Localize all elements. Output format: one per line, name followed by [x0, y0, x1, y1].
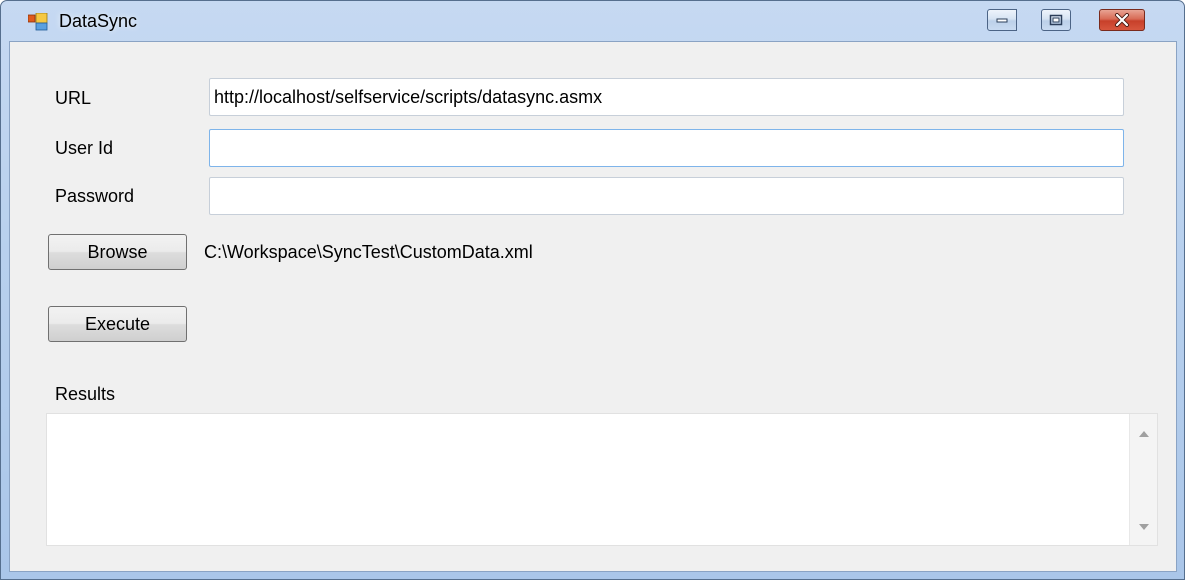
password-label: Password — [55, 186, 135, 206]
results-textbox[interactable] — [46, 413, 1158, 546]
app-window-icon — [28, 13, 48, 31]
results-label: Results — [55, 384, 116, 404]
userid-label: User Id — [55, 138, 114, 158]
form-client-area: URL User Id Password Browse C:\Workspace… — [9, 41, 1177, 572]
window-title: DataSync — [59, 11, 138, 31]
maximize-icon — [1049, 14, 1063, 26]
close-icon — [1115, 13, 1129, 27]
url-label: URL — [55, 88, 92, 108]
maximize-button[interactable] — [1041, 9, 1071, 31]
title-bar[interactable]: DataSync — [1, 1, 1184, 41]
password-input[interactable] — [209, 177, 1124, 215]
datasync-window: DataSync URL User Id Password Browse — [0, 0, 1185, 580]
url-input[interactable] — [209, 78, 1124, 116]
chevron-up-icon — [1139, 431, 1149, 437]
scroll-up-button[interactable] — [1130, 420, 1158, 448]
scroll-down-button[interactable] — [1130, 513, 1158, 541]
execute-button[interactable]: Execute — [48, 306, 187, 342]
results-scrollbar[interactable] — [1129, 414, 1157, 545]
minimize-icon — [996, 18, 1008, 23]
userid-input[interactable] — [209, 129, 1124, 167]
browse-button[interactable]: Browse — [48, 234, 187, 270]
minimize-button[interactable] — [987, 9, 1017, 31]
chevron-down-icon — [1139, 524, 1149, 530]
close-button[interactable] — [1099, 9, 1145, 31]
selected-file-path: C:\Workspace\SyncTest\CustomData.xml — [204, 242, 533, 262]
